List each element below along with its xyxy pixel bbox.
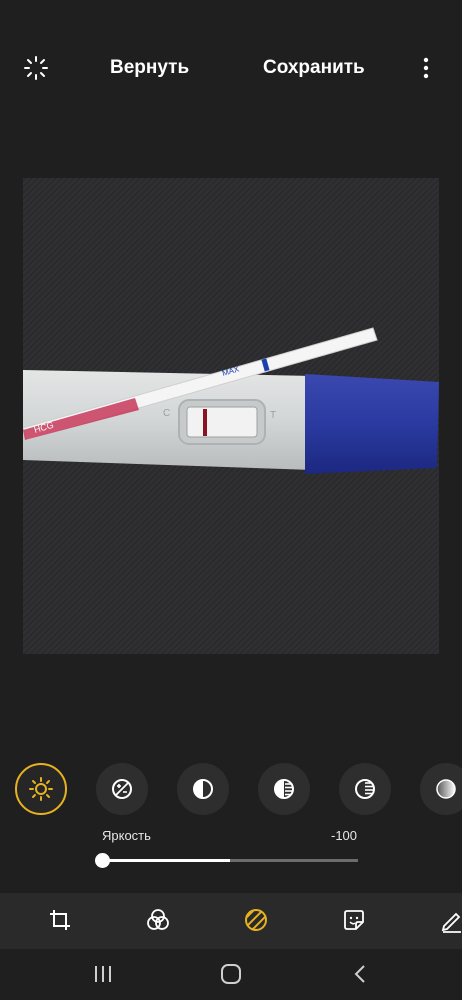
exposure-icon[interactable] xyxy=(96,763,148,815)
shadows-icon[interactable] xyxy=(339,763,391,815)
auto-enhance-icon[interactable] xyxy=(22,54,50,82)
svg-text:T: T xyxy=(270,410,276,421)
revert-button[interactable]: Вернуть xyxy=(110,57,189,79)
recent-apps-icon[interactable] xyxy=(90,962,116,986)
more-vertical-icon[interactable] xyxy=(414,56,438,80)
brightness-slider-fill xyxy=(102,859,230,862)
sticker-icon[interactable] xyxy=(341,907,367,933)
slider-label: Яркость xyxy=(102,828,151,843)
slider-value: -100 xyxy=(331,828,358,843)
tone-icon[interactable] xyxy=(243,907,269,933)
crop-rotate-icon[interactable] xyxy=(47,907,73,933)
home-icon[interactable] xyxy=(218,962,244,986)
brightness-icon[interactable] xyxy=(15,763,67,815)
highlights-icon[interactable] xyxy=(258,763,310,815)
top-toolbar: Вернуть Сохранить xyxy=(0,0,462,130)
contrast-icon[interactable] xyxy=(177,763,229,815)
draw-icon[interactable] xyxy=(439,907,462,933)
svg-text:C: C xyxy=(163,408,170,419)
saturation-icon[interactable] xyxy=(420,763,462,815)
adjust-tool-row xyxy=(0,760,462,820)
system-nav-bar xyxy=(0,949,462,1000)
save-button[interactable]: Сохранить xyxy=(263,57,365,79)
editor-tab-bar xyxy=(0,893,462,949)
back-icon[interactable] xyxy=(348,962,374,986)
brightness-slider-thumb[interactable] xyxy=(95,853,110,868)
photo-preview[interactable]: C T MAX HCG xyxy=(23,178,439,654)
filters-icon[interactable] xyxy=(145,907,171,933)
